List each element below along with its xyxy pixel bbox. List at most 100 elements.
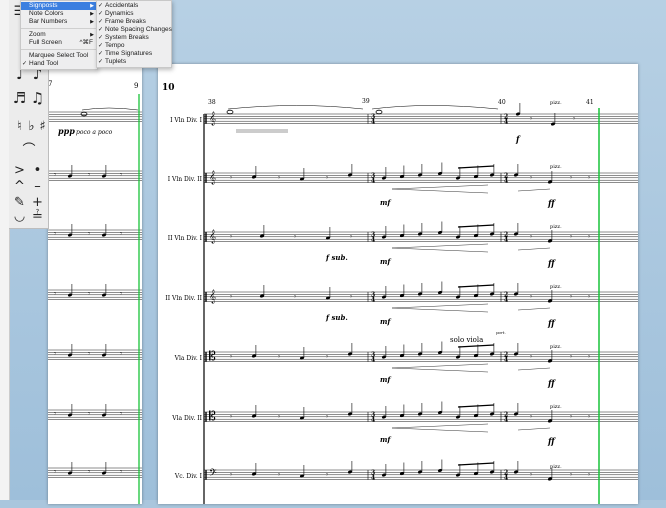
- rest: 𝄾: [350, 233, 352, 241]
- beamed-note-icon[interactable]: ♫: [29, 90, 46, 107]
- time-sig-bottom: 4: [504, 178, 508, 185]
- time-sig-bottom: 4: [371, 417, 375, 424]
- submenu-item-tuplets[interactable]: ✓ Tuplets: [97, 58, 171, 66]
- menu-separator: [21, 28, 97, 29]
- menu-item-marquee-select[interactable]: Marquee Select Tool: [21, 52, 97, 60]
- rest: 𝄾: [294, 233, 296, 241]
- submenu-item-frame-breaks[interactable]: ✓ Frame Breaks: [97, 18, 171, 26]
- score-page-right[interactable]: 10 38 39 40 41 I Vln Div. I I Vln Div. I…: [158, 64, 638, 504]
- rest: 𝄾: [88, 290, 90, 298]
- bar-number-39: 39: [362, 98, 370, 105]
- rest: 𝄾: [326, 353, 328, 361]
- time-sig-bottom: 4: [504, 357, 508, 364]
- time-sig-bottom: 4: [504, 417, 508, 424]
- solo-viola-text: solo viola: [450, 336, 483, 344]
- staff-name-5: Vla Div. I: [174, 355, 203, 362]
- time-sig-bottom: 4: [371, 178, 375, 185]
- rest: 𝄾: [230, 413, 232, 421]
- dynamic-fsub-2: f sub.: [325, 313, 348, 322]
- pizz-text-2: pizz.: [550, 164, 562, 170]
- rest: 𝄾: [570, 413, 572, 421]
- bar-number-40: 40: [498, 99, 506, 106]
- staff-name-3: II Vln Div. I: [168, 235, 203, 242]
- beam: [457, 462, 495, 466]
- rest: 𝄾: [54, 410, 56, 418]
- sixteenth-note-icon[interactable]: ♬: [11, 90, 28, 107]
- tenuto-icon[interactable]: –: [29, 178, 46, 195]
- staff-name-6: Vla Div. II: [171, 415, 202, 422]
- rest: 𝄾: [278, 353, 280, 361]
- rest: 𝄾: [588, 413, 590, 421]
- dynamic-ff-5: ff: [547, 436, 556, 446]
- rest: 𝄾: [326, 174, 328, 182]
- rest: 𝄾: [230, 233, 232, 241]
- pizz-text-5: pizz.: [550, 344, 562, 350]
- rest: 𝄾: [530, 293, 532, 301]
- rest: 𝄾: [570, 353, 572, 361]
- pizz-text-3: pizz.: [550, 224, 562, 230]
- menu-item-hand-tool[interactable]: ✓ Hand Tool: [21, 60, 97, 68]
- staccato-icon[interactable]: •: [29, 162, 46, 179]
- rest: 𝄾: [588, 353, 590, 361]
- accent-icon[interactable]: >: [11, 162, 28, 179]
- rest: 𝄾: [120, 230, 122, 238]
- rest: 𝄾: [120, 171, 122, 179]
- submenu-item-time-signatures[interactable]: ✓ Time Signatures: [97, 50, 171, 58]
- rest: 𝄾: [88, 350, 90, 358]
- staff-name-7: Vc. Div. I: [174, 473, 203, 480]
- staff-name-2: I Vln Div. II: [168, 176, 203, 183]
- dynamic-ff-1: ff: [547, 198, 556, 208]
- tenuto-staccato-icon[interactable]: ≟: [29, 208, 46, 225]
- submenu-item-note-spacing[interactable]: ✓ Note Spacing Changes: [97, 26, 172, 34]
- sharp-icon[interactable]: ♯: [34, 118, 51, 135]
- rest: 𝄾: [230, 471, 232, 479]
- dynamic-fsub-1: f sub.: [325, 253, 348, 262]
- time-sig-bottom: 4: [504, 237, 508, 244]
- dynamic-mf-5: mf: [380, 435, 392, 444]
- hairpin: [391, 367, 489, 373]
- menu-item-zoom[interactable]: Zoom ▶: [21, 31, 97, 39]
- rest: 𝄾: [570, 293, 572, 301]
- rest: 𝄾: [54, 468, 56, 476]
- rest: 𝄾: [230, 174, 232, 182]
- rest: 𝄾: [54, 350, 56, 358]
- rest: 𝄾: [120, 350, 122, 358]
- score-page-left[interactable]: 7 9 ppp poco a poco 𝄾 𝄾 𝄾 𝄾 𝄾 𝄾 𝄾 𝄾 𝄾 𝄾 𝄾 𝄾 𝄾 𝄾 𝄾 𝄾 𝄾 𝄾: [48, 64, 142, 504]
- half-note: [375, 109, 383, 115]
- rest: 𝄾: [88, 410, 90, 418]
- submenu-item-accidentals[interactable]: ✓ Accidentals: [97, 2, 171, 10]
- rest: 𝄾: [588, 233, 590, 241]
- hairpin: [517, 307, 551, 311]
- left-staves: [48, 111, 142, 478]
- time-sig-bottom: 4: [504, 475, 508, 482]
- hairpin: [391, 363, 489, 369]
- view-menu: Signposts ▶ Note Colors ▶ Bar Numbers ▶ Zoo…: [20, 0, 98, 70]
- marcato-icon[interactable]: ^: [11, 178, 28, 195]
- beam: [457, 284, 495, 288]
- dynamic-ff-3: ff: [547, 318, 556, 328]
- time-sig-bottom: 4: [504, 297, 508, 304]
- hairpin: [517, 188, 551, 192]
- rest: 𝄾: [573, 115, 575, 123]
- submenu-item-system-breaks[interactable]: ✓ System Breaks: [97, 34, 171, 42]
- tie: [371, 105, 499, 110]
- submenu-item-dynamics[interactable]: ✓ Dynamics: [97, 10, 171, 18]
- port-text: port.: [496, 330, 506, 335]
- menu-item-bar-numbers[interactable]: Bar Numbers ▶: [21, 18, 97, 26]
- rest: 𝄾: [588, 471, 590, 479]
- submenu-item-tempo[interactable]: ✓ Tempo: [97, 42, 171, 50]
- hairpin: [391, 427, 489, 433]
- beam: [457, 344, 495, 348]
- menu-item-note-colors[interactable]: Note Colors ▶: [21, 10, 97, 18]
- rest: 𝄾: [294, 293, 296, 301]
- dynamic-mf-4: mf: [380, 375, 392, 384]
- fermata-icon[interactable]: ◡: [11, 208, 28, 225]
- rest: 𝄾: [278, 471, 280, 479]
- menu-item-signposts[interactable]: Signposts ▶: [21, 2, 97, 10]
- clef: 𝄞: [209, 170, 216, 184]
- rest: 𝄾: [570, 233, 572, 241]
- rest: 𝄾: [530, 174, 532, 182]
- slur-icon[interactable]: ⌒: [19, 142, 39, 159]
- menu-item-full-screen[interactable]: Full Screen ^⌘F: [21, 39, 97, 47]
- pizz-text-6: pizz.: [550, 404, 562, 410]
